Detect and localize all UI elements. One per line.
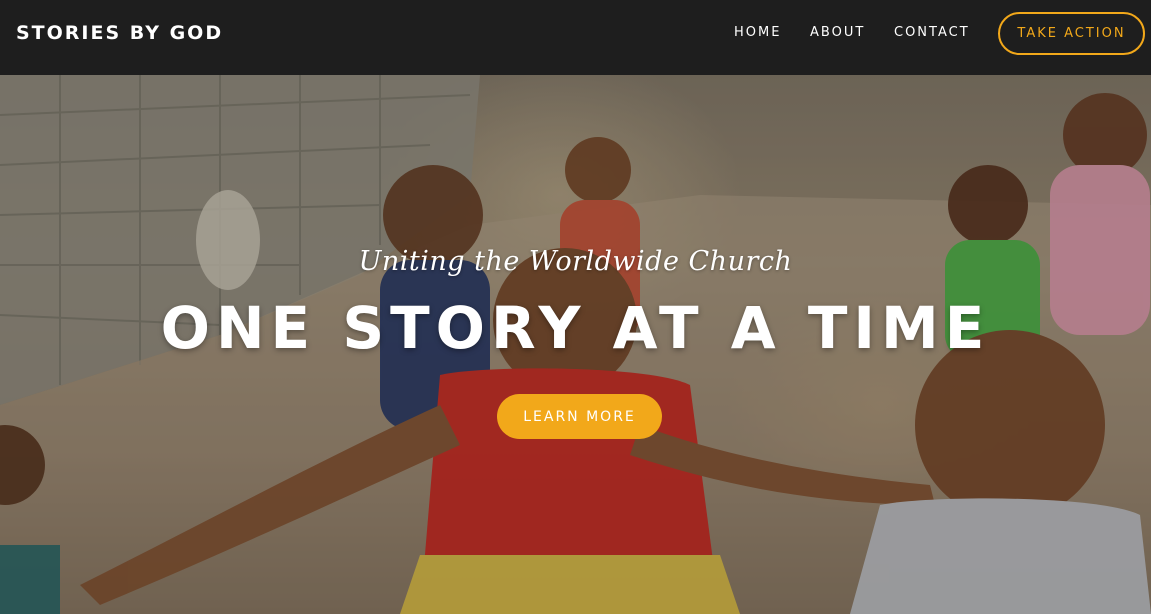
- hero-headline: ONE STORY AT A TIME: [160, 294, 991, 362]
- site-logo[interactable]: STORIES BY GOD: [16, 22, 223, 44]
- hero-section: Uniting the Worldwide Church ONE STORY A…: [0, 75, 1151, 614]
- hero-tagline: Uniting the Worldwide Church: [358, 246, 793, 277]
- take-action-button[interactable]: TAKE ACTION: [998, 12, 1145, 55]
- learn-more-button[interactable]: LEARN MORE: [497, 394, 662, 439]
- nav-home[interactable]: HOME: [734, 25, 781, 40]
- nav-contact[interactable]: CONTACT: [894, 25, 970, 40]
- site-header: STORIES BY GOD HOME ABOUT CONTACT TAKE A…: [0, 0, 1151, 75]
- nav-about[interactable]: ABOUT: [810, 25, 865, 40]
